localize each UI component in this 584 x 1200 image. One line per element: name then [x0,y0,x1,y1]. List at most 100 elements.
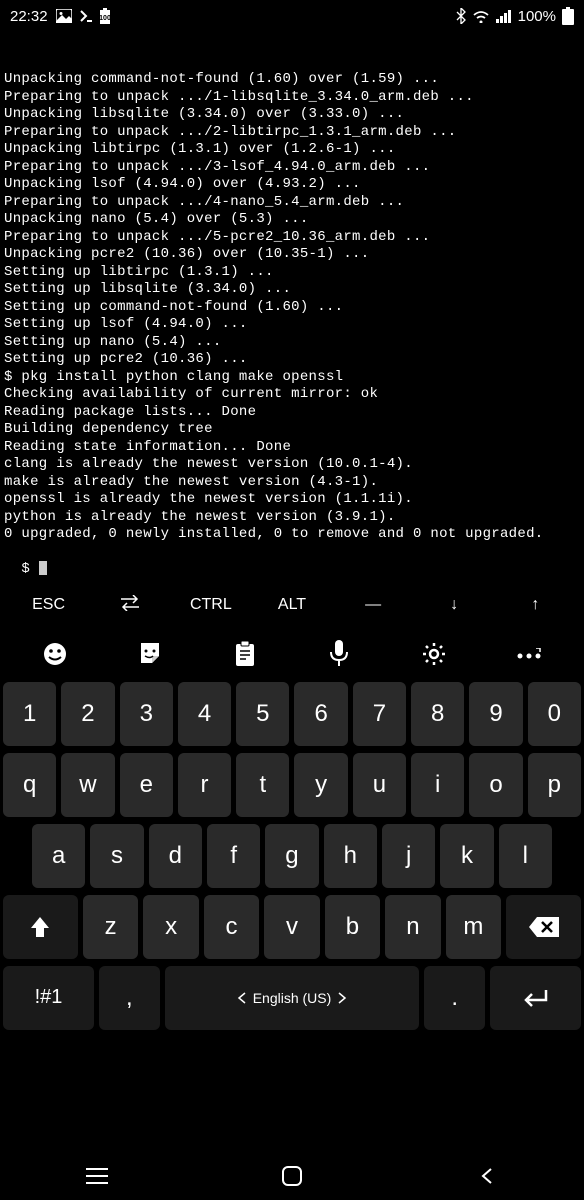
key-e[interactable]: e [120,753,173,817]
key-o[interactable]: o [469,753,522,817]
emoji-button[interactable] [8,641,103,667]
terminal-line: Setting up command-not-found (1.60) ... [4,299,580,317]
key-8[interactable]: 8 [411,682,464,746]
key-x[interactable]: x [143,895,198,959]
battery-pct: 100% [518,8,556,25]
qwerty-row-2: asdfghjkl [3,824,581,888]
battery-icon [562,7,574,25]
dash-key[interactable]: — [333,596,414,614]
terminal-line: Setting up lsof (4.94.0) ... [4,316,580,334]
navigation-bar [0,1152,584,1200]
settings-button[interactable] [387,641,482,667]
sticker-button[interactable] [103,641,198,667]
terminal-line: Unpacking libsqlite (3.34.0) over (3.33.… [4,106,580,124]
esc-key[interactable]: ESC [8,596,89,614]
key-b[interactable]: b [325,895,380,959]
down-arrow-key[interactable]: ↓ [414,596,495,614]
up-arrow-key[interactable]: ↑ [495,596,576,614]
terminal-line: Unpacking libtirpc (1.3.1) over (1.2.6-1… [4,141,580,159]
key-f[interactable]: f [207,824,260,888]
clipboard-button[interactable] [197,641,292,667]
status-bar: 22:32 100 100% [0,0,584,32]
voice-button[interactable] [292,640,387,668]
terminal-line: Reading package lists... Done [4,404,580,422]
key-i[interactable]: i [411,753,464,817]
qwerty-row-3: zxcvbnm [3,895,581,959]
terminal-line: Reading state information... Done [4,439,580,457]
comma-key[interactable]: , [99,966,160,1030]
terminal-line: make is already the newest version (4.3-… [4,474,580,492]
key-w[interactable]: w [61,753,114,817]
backspace-key[interactable] [506,895,581,959]
terminal-line: 0 upgraded, 0 newly installed, 0 to remo… [4,526,580,544]
key-l[interactable]: l [499,824,552,888]
terminal-line: Preparing to unpack .../2-libtirpc_1.3.1… [4,124,580,142]
terminal-indicator-icon [80,9,92,23]
status-right: 100% [456,7,574,25]
signal-icon [496,9,512,23]
terminal-line: clang is already the newest version (10.… [4,456,580,474]
key-v[interactable]: v [264,895,319,959]
key-n[interactable]: n [385,895,440,959]
key-3[interactable]: 3 [120,682,173,746]
key-2[interactable]: 2 [61,682,114,746]
key-6[interactable]: 6 [294,682,347,746]
shift-key[interactable] [3,895,78,959]
battery-small-icon: 100 [100,8,110,24]
terminal-line: Unpacking pcre2 (10.36) over (10.35-1) .… [4,246,580,264]
terminal-line: Setting up nano (5.4) ... [4,334,580,352]
key-4[interactable]: 4 [178,682,231,746]
key-m[interactable]: m [446,895,501,959]
key-g[interactable]: g [265,824,318,888]
terminal-line: Setting up libtirpc (1.3.1) ... [4,264,580,282]
back-button[interactable] [457,1167,517,1185]
alt-key[interactable]: ALT [251,596,332,614]
terminal-line: Building dependency tree [4,421,580,439]
key-j[interactable]: j [382,824,435,888]
space-label: English (US) [253,990,332,1006]
prompt: $ [21,561,38,577]
key-0[interactable]: 0 [528,682,581,746]
key-c[interactable]: c [204,895,259,959]
terminal-line: Setting up pcre2 (10.36) ... [4,351,580,369]
key-q[interactable]: q [3,753,56,817]
terminal-line: openssl is already the newest version (1… [4,491,580,509]
key-r[interactable]: r [178,753,231,817]
key-k[interactable]: k [440,824,493,888]
number-row: 1234567890 [3,682,581,746]
key-9[interactable]: 9 [469,682,522,746]
bottom-row: !#1 , English (US) . [3,966,581,1030]
terminal-line: python is already the newest version (3.… [4,509,580,527]
extra-keys-row: ESC CTRL ALT — ↓ ↑ [0,583,584,628]
key-z[interactable]: z [83,895,138,959]
dot-key[interactable]: . [424,966,485,1030]
symbols-key[interactable]: !#1 [3,966,94,1030]
space-key[interactable]: English (US) [165,966,420,1030]
qwerty-row-1: qwertyuiop [3,753,581,817]
key-5[interactable]: 5 [236,682,289,746]
ctrl-key[interactable]: CTRL [170,596,251,614]
wifi-icon [472,9,490,23]
key-h[interactable]: h [324,824,377,888]
key-a[interactable]: a [32,824,85,888]
swap-key[interactable] [89,595,170,616]
key-7[interactable]: 7 [353,682,406,746]
more-button[interactable] [481,648,576,660]
bluetooth-icon [456,8,466,24]
key-u[interactable]: u [353,753,406,817]
cursor [39,561,47,575]
key-t[interactable]: t [236,753,289,817]
terminal-line: $ pkg install python clang make openssl [4,369,580,387]
terminal-line: Setting up libsqlite (3.34.0) ... [4,281,580,299]
key-y[interactable]: y [294,753,347,817]
key-d[interactable]: d [149,824,202,888]
home-button[interactable] [262,1165,322,1187]
terminal-line: Unpacking command-not-found (1.60) over … [4,71,580,89]
key-p[interactable]: p [528,753,581,817]
key-s[interactable]: s [90,824,143,888]
enter-key[interactable] [490,966,581,1030]
key-1[interactable]: 1 [3,682,56,746]
recents-button[interactable] [67,1167,127,1185]
keyboard-toolbar [0,628,584,682]
terminal-output[interactable]: Unpacking command-not-found (1.60) over … [0,32,584,583]
